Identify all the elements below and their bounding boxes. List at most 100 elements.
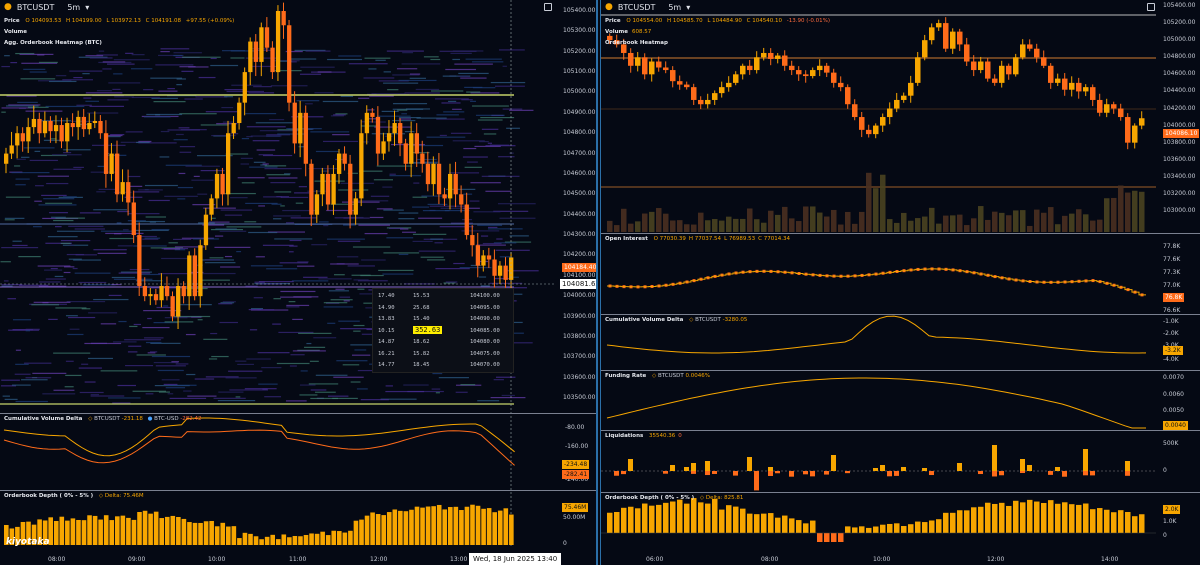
- heatmap-cell: [132, 220, 166, 223]
- volume-bar: [873, 188, 879, 232]
- heatmap-cell: [163, 383, 178, 386]
- heatmap-cell: [68, 316, 96, 319]
- depth-bar: [65, 520, 70, 545]
- heatmap-cell: [403, 384, 429, 386]
- candle-body: [1083, 87, 1089, 92]
- heatmap-cell: [264, 396, 282, 398]
- depth-bar: [231, 526, 237, 545]
- heatmap-cell: [416, 117, 447, 119]
- candle-body: [309, 163, 314, 215]
- depth-bar: [1090, 509, 1096, 533]
- volume-bar: [1048, 207, 1054, 232]
- funding-axis-label: 0.0050: [1163, 407, 1184, 414]
- heatmap-cell: [389, 227, 404, 229]
- time-axis-label: 10:00: [208, 556, 226, 563]
- volume-bar: [1097, 219, 1103, 232]
- volume-bar: [775, 214, 781, 232]
- heatmap-cell: [179, 113, 217, 115]
- right-depth-legend: Orderbook Depth ( 0% - 5% ) ◇ Delta: 825…: [605, 495, 744, 501]
- liq-short-bar: [845, 471, 850, 474]
- pane-separator[interactable]: [0, 413, 596, 414]
- depth-axis-label: 50.00M: [563, 514, 586, 521]
- depth-bar: [1083, 503, 1089, 533]
- orderbook-bid-size: 14.90: [378, 304, 395, 311]
- heatmap-cell: [79, 391, 104, 394]
- depth-bar: [978, 506, 984, 533]
- heatmap-cell: [171, 361, 179, 363]
- heatmap-cell: [292, 318, 303, 321]
- heatmap-cell: [211, 217, 216, 219]
- pane-separator[interactable]: [601, 314, 1200, 315]
- heatmap-cell: [53, 389, 75, 391]
- candle-body: [181, 285, 186, 297]
- candle-body: [992, 78, 998, 83]
- right-oi-legend: Open Interest O 77030.39 H 77037.54 L 7698…: [605, 236, 790, 242]
- candle-body: [76, 116, 81, 128]
- heatmap-cell: [401, 63, 441, 65]
- heatmap-cell: [299, 73, 322, 75]
- heatmap-cell: [151, 228, 170, 231]
- orderbook-row: 13.83 15.40 104090.00: [373, 315, 515, 326]
- candle-body: [999, 65, 1005, 83]
- heatmap-cell: [450, 222, 473, 224]
- heatmap-cell: [217, 399, 256, 402]
- candle-body: [957, 31, 963, 45]
- pane-separator[interactable]: [601, 370, 1200, 371]
- price-axis-label: 105300.00: [563, 27, 596, 35]
- depth-bar: [503, 508, 509, 545]
- candle-body: [420, 153, 425, 164]
- depth-axis-label: 0: [1163, 532, 1167, 539]
- depth-bar: [92, 515, 98, 545]
- heatmap-cell: [392, 119, 416, 122]
- heatmap-cell: [31, 304, 59, 306]
- right-chart-canvas[interactable]: [601, 0, 1200, 565]
- pane-separator[interactable]: [601, 430, 1200, 431]
- depth-bar: [298, 536, 303, 545]
- left-chart-canvas[interactable]: [0, 0, 598, 565]
- pane-separator[interactable]: [0, 490, 596, 491]
- right-interval[interactable]: 5m: [668, 3, 681, 12]
- pane-separator[interactable]: [601, 492, 1200, 493]
- heatmap-cell: [443, 111, 465, 113]
- volume-bar: [1076, 209, 1082, 232]
- candle-body: [635, 57, 641, 66]
- chevron-down-icon[interactable]: ▾: [85, 3, 89, 12]
- heatmap-cell: [448, 100, 457, 103]
- left-symbol[interactable]: BTCUSDT: [17, 3, 54, 12]
- expand-icon[interactable]: [1147, 3, 1155, 11]
- candle-body: [663, 67, 669, 71]
- heatmap-cell: [298, 332, 332, 334]
- price-axis-label: 103600.00: [563, 373, 596, 381]
- right-symbol[interactable]: BTCUSDT: [618, 3, 655, 12]
- candle-body: [1013, 57, 1019, 75]
- heatmap-cell: [200, 124, 229, 126]
- heatmap-cell: [157, 369, 184, 372]
- depth-bar: [796, 520, 802, 533]
- heatmap-cell: [288, 251, 294, 253]
- heatmap-cell: [210, 57, 217, 60]
- heatmap-cell: [376, 208, 393, 210]
- depth-bar: [1027, 499, 1033, 533]
- price-axis-label: 103200.00: [1163, 189, 1196, 197]
- heatmap-cell: [107, 99, 129, 101]
- cvd-line-btcusdt: [3, 417, 515, 457]
- candle-body: [37, 118, 42, 134]
- heatmap-cell: [386, 50, 424, 52]
- candle-body: [1118, 108, 1124, 118]
- heatmap-cell: [21, 156, 30, 158]
- expand-icon[interactable]: [544, 3, 552, 11]
- right-oi-tag: 76.8K: [1163, 293, 1185, 302]
- heatmap-cell: [116, 222, 122, 224]
- pane-separator[interactable]: [601, 233, 1200, 234]
- depth-bar: [1104, 509, 1110, 533]
- heatmap-cell: [436, 114, 459, 116]
- left-interval[interactable]: 5m: [67, 3, 80, 12]
- heatmap-cell: [165, 387, 186, 389]
- volume-bar: [999, 212, 1005, 232]
- heatmap-cell: [418, 250, 456, 252]
- heatmap-cell: [377, 115, 411, 117]
- depth-bar: [497, 510, 503, 545]
- chevron-down-icon[interactable]: ▾: [686, 3, 690, 12]
- liq-short-bar: [803, 471, 808, 475]
- heatmap-cell: [4, 398, 18, 400]
